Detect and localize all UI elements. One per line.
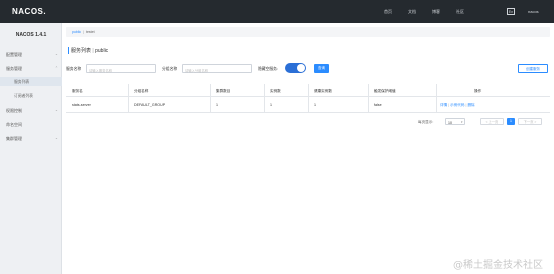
column-divider xyxy=(210,84,211,113)
page-title-separator: | xyxy=(92,48,94,54)
sample-code-link[interactable]: 示例代码 xyxy=(450,103,464,107)
namespace-bar: public | testet xyxy=(66,27,550,37)
main-content: public | testet 服务列表 | public 服务名称 请输入服务… xyxy=(62,23,554,274)
cell-cluster-count: 1 xyxy=(216,103,218,107)
column-divider xyxy=(436,84,437,113)
cell-service-name: stats-server xyxy=(72,103,91,107)
header-healthy-count[interactable]: 健康实例数 xyxy=(314,89,332,94)
delete-link[interactable]: 删除 xyxy=(467,103,474,107)
nav-docs[interactable]: 文档 xyxy=(408,9,416,15)
sidebar-item-cluster-management[interactable]: 集群管理 xyxy=(6,136,22,142)
language-switch-button[interactable]: En xyxy=(507,8,515,15)
query-button[interactable]: 查询 xyxy=(314,64,329,73)
chevron-down-icon: ▾ xyxy=(460,120,463,124)
header-threshold[interactable]: 触发保护阈值 xyxy=(374,89,396,94)
nav-blog[interactable]: 博客 xyxy=(432,9,440,15)
op-separator: | xyxy=(448,103,450,107)
sidebar-active-highlight xyxy=(0,77,62,86)
next-page-button[interactable]: 下一页 > xyxy=(518,118,542,125)
namespace-separator: | xyxy=(83,30,84,34)
chevron-up-icon[interactable]: ⌃ xyxy=(55,66,58,70)
group-name-input[interactable]: 请输入分组名称 xyxy=(182,64,252,73)
header-group-name[interactable]: 分组名称 xyxy=(134,89,148,94)
service-name-label: 服务名称 xyxy=(66,67,82,71)
page-size-select[interactable]: 10 ▾ xyxy=(445,118,465,125)
user-menu[interactable]: nacos xyxy=(528,9,539,14)
sidebar-item-service-management[interactable]: 服务管理 xyxy=(6,66,22,72)
cell-operations: 详情 | 示例代码 | 删除 xyxy=(440,103,475,108)
sidebar-item-service-list[interactable]: 服务列表 xyxy=(14,80,29,85)
logo-text: NACOS. xyxy=(12,7,47,16)
nacos-logo[interactable]: NACOS. xyxy=(12,7,46,16)
page-title-namespace: public xyxy=(95,48,109,54)
namespace-public-link[interactable]: public xyxy=(72,30,81,34)
column-divider xyxy=(308,84,309,113)
top-navbar: NACOS. 首页 文档 博客 社区 En nacos xyxy=(0,0,554,23)
header-instance-count[interactable]: 实例数 xyxy=(270,89,281,94)
column-divider xyxy=(264,84,265,113)
nav-home[interactable]: 首页 xyxy=(384,9,392,15)
page-number-1[interactable]: 1 xyxy=(507,118,515,125)
service-name-input[interactable]: 请输入服务名称 xyxy=(86,64,156,73)
column-divider xyxy=(368,84,369,113)
watermark-text: @稀土掘金技术社区 xyxy=(453,260,543,271)
prev-page-button[interactable]: < 上一页 xyxy=(480,118,504,125)
nav-community[interactable]: 社区 xyxy=(456,9,464,15)
cell-healthy-count: 1 xyxy=(314,103,316,107)
detail-link[interactable]: 详情 xyxy=(440,103,447,107)
page-size-value: 10 xyxy=(448,120,452,125)
hide-empty-label: 隐藏空服务: xyxy=(258,67,279,71)
page-size-label: 每页显示: xyxy=(418,120,434,124)
chevron-down-icon[interactable]: ⌄ xyxy=(55,52,58,56)
chevron-down-icon[interactable]: ⌄ xyxy=(55,108,58,112)
header-operations: 操作 xyxy=(474,88,482,93)
sidebar-item-namespace[interactable]: 命名空间 xyxy=(6,122,22,128)
column-divider xyxy=(128,84,129,113)
page-title-text: 服务列表 xyxy=(71,48,92,54)
sidebar-item-config-management[interactable]: 配置管理 xyxy=(6,52,22,58)
sidebar-version-title: NACOS 1.4.1 xyxy=(15,32,47,38)
toggle-knob xyxy=(297,64,305,72)
group-name-label: 分组名称 xyxy=(162,67,178,71)
cell-threshold: false xyxy=(374,103,382,107)
header-cluster-count[interactable]: 集群数目 xyxy=(216,89,230,94)
cell-instance-count: 1 xyxy=(270,103,272,107)
chevron-down-icon[interactable]: ⌄ xyxy=(55,136,58,140)
namespace-testet-link[interactable]: testet xyxy=(86,30,95,34)
sidebar-item-subscriber-list[interactable]: 订阅者列表 xyxy=(14,94,33,99)
header-service-name[interactable]: 服务名 xyxy=(72,89,83,94)
page-title: 服务列表 | public xyxy=(68,47,108,54)
create-service-button[interactable]: 创建服务 xyxy=(518,64,548,73)
cell-group-name: DEFAULT_GROUP xyxy=(134,103,166,107)
sidebar: NACOS 1.4.1 配置管理 ⌄ 服务管理 ⌃ 服务列表 订阅者列表 权限控… xyxy=(0,23,62,274)
hide-empty-toggle[interactable] xyxy=(285,63,306,73)
sidebar-item-access-control[interactable]: 权限控制 xyxy=(6,108,22,114)
